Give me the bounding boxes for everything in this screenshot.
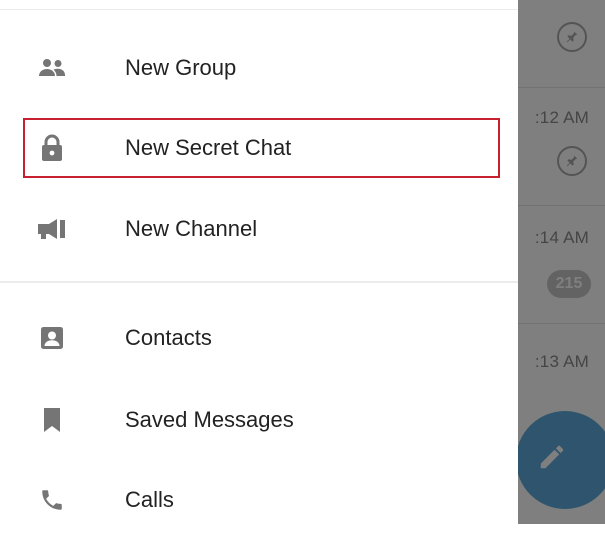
menu-item-contacts[interactable]: Contacts (0, 298, 518, 378)
highlight-annotation-box (23, 118, 500, 178)
menu-divider (0, 281, 518, 283)
menu-item-label: Saved Messages (125, 407, 294, 432)
menu-item-label: New Channel (125, 216, 258, 241)
menu-item-new-channel[interactable]: New Channel (0, 189, 518, 269)
drawer-header-edge (0, 9, 518, 10)
bookmark-icon (36, 404, 68, 436)
menu-item-label: Contacts (125, 325, 212, 350)
contact-card-icon (36, 322, 68, 354)
menu-item-label: Calls (125, 487, 174, 512)
menu-item-saved-messages[interactable]: Saved Messages (0, 380, 518, 460)
menu-item-label: New Group (125, 55, 237, 80)
menu-item-calls[interactable]: Calls (0, 460, 518, 540)
menu-item-new-group[interactable]: New Group (0, 28, 518, 108)
megaphone-icon (36, 213, 68, 245)
group-icon (36, 52, 68, 84)
navigation-drawer: New Group New Secret Chat New Channel Co… (0, 0, 518, 524)
phone-icon (36, 484, 68, 516)
